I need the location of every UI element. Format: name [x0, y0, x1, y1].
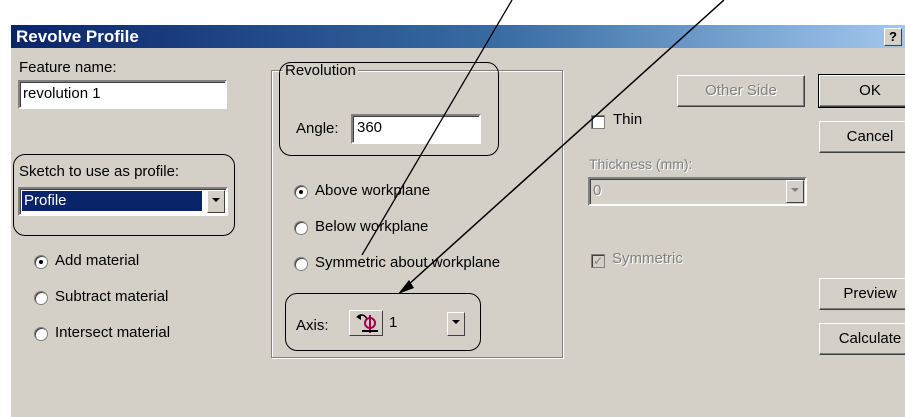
above-workplane-radio[interactable]: [294, 185, 308, 199]
symmetric-workplane-radio[interactable]: [294, 257, 308, 271]
other-side-label: Other Side: [705, 82, 777, 99]
thin-label[interactable]: Thin: [613, 111, 642, 128]
calculate-button[interactable]: Calculate: [819, 323, 905, 355]
subtract-material-label[interactable]: Subtract material: [55, 288, 168, 305]
dialog-title: Revolve Profile: [16, 27, 139, 46]
preview-button[interactable]: Preview: [819, 278, 905, 310]
title-bar: Revolve Profile ?: [11, 25, 905, 48]
add-material-label[interactable]: Add material: [55, 252, 139, 269]
intersect-material-label[interactable]: Intersect material: [55, 324, 170, 341]
thickness-label: Thickness (mm):: [589, 156, 693, 172]
feature-name-label-text: Feature name:: [19, 59, 117, 76]
add-material-radio[interactable]: [34, 255, 48, 269]
thickness-dropdown[interactable]: 0: [588, 177, 807, 206]
thin-checkbox[interactable]: [591, 115, 605, 129]
symmetric-workplane-label[interactable]: Symmetric about workplane: [315, 254, 500, 271]
sketch-highlight-outline: [13, 154, 235, 236]
below-workplane-label[interactable]: Below workplane: [315, 218, 428, 235]
above-workplane-label[interactable]: Above workplane: [315, 182, 430, 199]
revolution-highlight-outline: [279, 62, 499, 156]
revolve-profile-dialog: Revolve Profile ? Feature name: revoluti…: [10, 24, 905, 417]
ok-button[interactable]: OK: [818, 74, 905, 108]
other-side-button[interactable]: Other Side: [677, 75, 805, 107]
thickness-chevron-down-icon[interactable]: [786, 180, 804, 203]
symmetric-label[interactable]: Symmetric: [612, 250, 683, 267]
thickness-value: 0: [593, 182, 602, 199]
feature-name-label: Feature name:: [19, 59, 117, 76]
cancel-button[interactable]: Cancel: [819, 121, 905, 153]
axis-highlight-outline: [285, 293, 481, 351]
below-workplane-radio[interactable]: [294, 221, 308, 235]
feature-name-value: revolution 1: [23, 85, 101, 102]
feature-name-field[interactable]: revolution 1: [18, 80, 227, 109]
subtract-material-radio[interactable]: [34, 291, 48, 305]
help-button[interactable]: ?: [884, 28, 902, 46]
symmetric-checkbox[interactable]: ✓: [591, 254, 605, 268]
intersect-material-radio[interactable]: [34, 327, 48, 341]
